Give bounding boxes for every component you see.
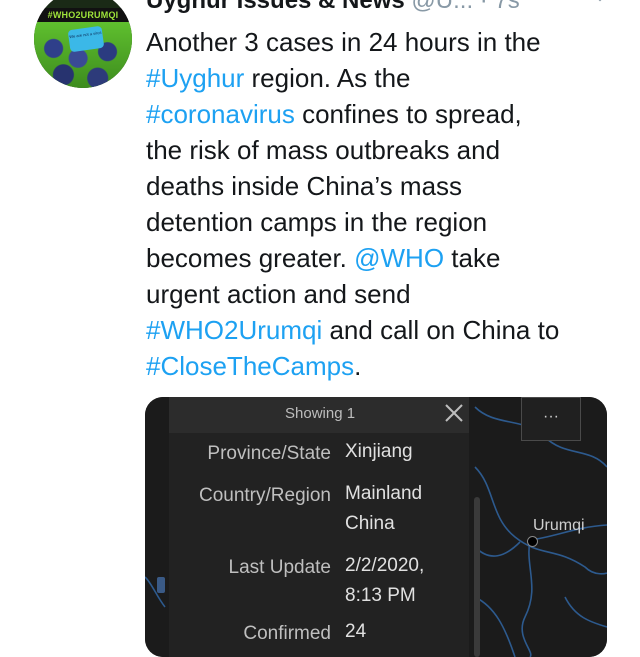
field-label-last-update: Last Update (228, 557, 331, 578)
tweet-text-line: Another 3 cases in 24 hours in the (146, 24, 626, 60)
tweet-header: Uyghur Issues & News @U... · 7s (146, 0, 520, 14)
avatar-sign-text: We are not a virus (67, 25, 105, 53)
tweet-timestamp[interactable]: 7s (494, 0, 519, 14)
field-label-province: Province/State (207, 443, 331, 464)
hashtag-link[interactable]: #WHO2Urumqi (146, 315, 322, 345)
field-value-last-update-line2: 8:13 PM (345, 585, 416, 606)
map-side-tab[interactable] (157, 577, 165, 593)
city-label: Urumqi (533, 517, 585, 534)
tweet-text-segment: the risk of mass outbreaks and (146, 135, 501, 165)
tweet-text-segment: becomes greater. (146, 243, 355, 273)
hashtag-link[interactable]: #coronavirus (146, 99, 295, 129)
field-value-province: Xinjiang (345, 441, 413, 462)
author-handle[interactable]: @U... (411, 0, 473, 14)
tweet-text-segment: detention camps in the region (146, 207, 488, 237)
author-avatar[interactable]: #WHO2URUMQI We are not a virus (34, 0, 132, 88)
tweet-text-segment: confines to spread, (294, 99, 522, 129)
field-label-confirmed: Confirmed (243, 623, 331, 644)
close-icon[interactable] (443, 402, 465, 424)
tweet-text-segment: Another 3 cases in 24 hours in the (146, 27, 541, 57)
field-value-last-update-line1: 2/2/2020, (345, 555, 425, 576)
popup-header: Showing 1 (169, 397, 469, 433)
chevron-down-icon[interactable] (590, 0, 610, 6)
tweet-text-line: #Uyghur region. As the (146, 60, 626, 96)
tweet-text-line: detention camps in the region (146, 204, 626, 240)
tweet-text-segment: urgent action and send (146, 279, 411, 309)
popup-body: Province/State Xinjiang Country/Region M… (169, 433, 480, 657)
field-value-confirmed: 24 (345, 621, 367, 642)
field-value-country-line2: China (345, 513, 395, 534)
mention-link[interactable]: @WHO (354, 243, 444, 273)
popup-title: Showing 1 (285, 405, 356, 422)
tweet-text-segment: deaths inside China’s mass (146, 171, 463, 201)
tweet-text-line: #CloseTheCamps. (146, 348, 626, 384)
author-name[interactable]: Uyghur Issues & News (146, 0, 405, 14)
avatar-banner-text: #WHO2URUMQI (34, 8, 132, 22)
tweet-media-image[interactable]: Showing 1 Province/State Xinjiang Countr… (145, 397, 607, 657)
tweet-text-line: #coronavirus confines to spread, (146, 96, 626, 132)
tweet-text-line: #WHO2Urumqi and call on China to (146, 312, 626, 348)
hashtag-link[interactable]: #Uyghur (146, 63, 244, 93)
hashtag-link[interactable]: #CloseTheCamps (146, 351, 354, 381)
header-separator: · (473, 0, 495, 14)
tweet-text-segment: region. As the (244, 63, 411, 93)
tweet-text-segment: . (354, 351, 362, 381)
field-label-country: Country/Region (198, 485, 331, 506)
tweet-text-line: urgent action and send (146, 276, 626, 312)
popup-scrollbar[interactable] (474, 497, 480, 657)
city-marker[interactable] (527, 536, 538, 547)
tweet-text-line: becomes greater. @WHO take (146, 240, 626, 276)
tweet-text: Another 3 cases in 24 hours in the #Uyghu… (146, 24, 626, 384)
tweet-text-line: deaths inside China’s mass (146, 168, 626, 204)
field-value-country-line1: Mainland (345, 483, 423, 504)
tweet-text-segment: take (444, 243, 501, 273)
tweet-text-segment: and call on China to (322, 315, 560, 345)
more-horizontal-icon[interactable]: ··· (521, 397, 581, 441)
tweet-text-line: the risk of mass outbreaks and (146, 132, 626, 168)
